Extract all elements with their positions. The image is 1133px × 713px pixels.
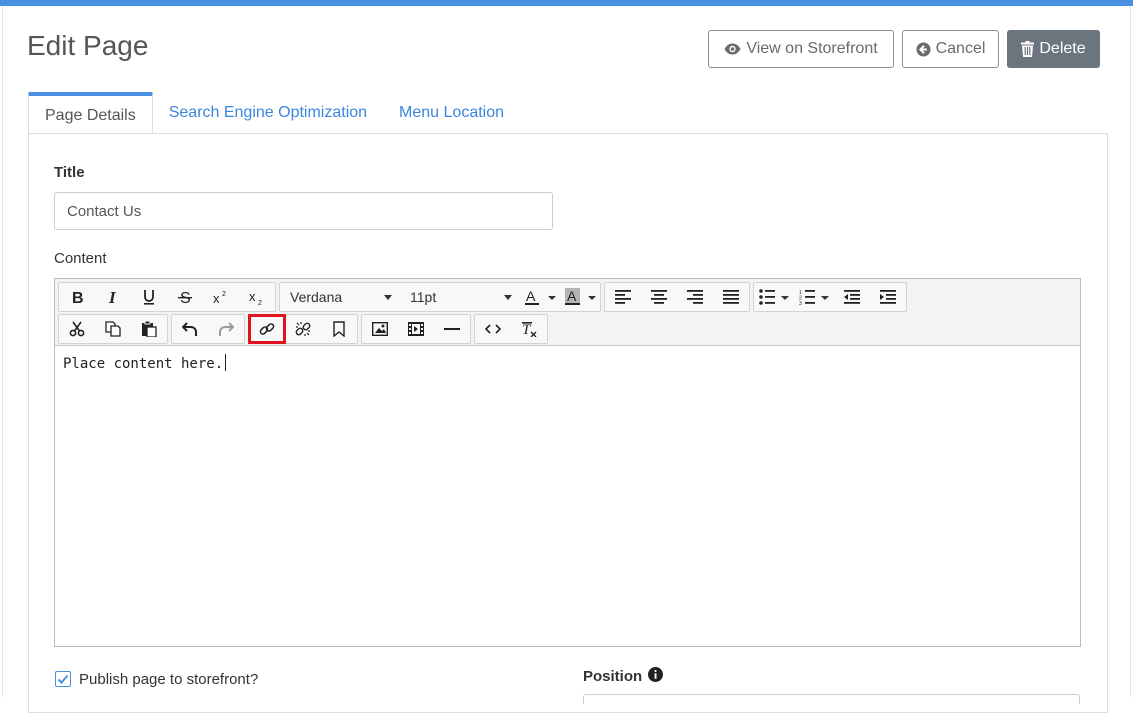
align-right-button[interactable] [677, 283, 713, 311]
undo-button[interactable] [172, 315, 208, 343]
redo-button[interactable] [208, 315, 244, 343]
list-group: 123 [753, 282, 907, 312]
cancel-button[interactable]: Cancel [902, 30, 999, 68]
view-on-storefront-label: View on Storefront [746, 40, 878, 57]
trash-icon [1021, 41, 1035, 57]
tab-page-details[interactable]: Page Details [28, 92, 153, 134]
delete-button[interactable]: Delete [1007, 30, 1100, 68]
svg-text:x: x [249, 289, 256, 304]
publish-checkbox[interactable] [55, 671, 71, 687]
bold-button[interactable]: B [59, 283, 95, 311]
tab-search-engine-optimization[interactable]: Search Engine Optimization [153, 92, 383, 134]
align-justify-button[interactable] [713, 283, 749, 311]
insert-media-button[interactable] [398, 315, 434, 343]
cut-button[interactable] [59, 315, 95, 343]
title-input[interactable] [54, 192, 553, 230]
bookmark-button[interactable] [321, 315, 357, 343]
left-border [2, 6, 3, 697]
eye-icon [724, 43, 741, 55]
svg-text:2: 2 [222, 291, 226, 298]
align-center-button[interactable] [641, 283, 677, 311]
svg-text:2: 2 [258, 300, 262, 305]
tab-menu-location[interactable]: Menu Location [383, 92, 520, 134]
checkmark-icon [57, 674, 69, 684]
clear-formatting-button[interactable]: T [511, 315, 547, 343]
text-color-button[interactable]: A [520, 283, 560, 311]
position-label: Position [583, 668, 643, 685]
indent-button[interactable] [870, 283, 906, 311]
alignment-group [604, 282, 750, 312]
top-accent-bar [0, 0, 1133, 6]
chevron-down-icon [504, 294, 512, 300]
insert-group [361, 314, 471, 344]
bullet-list-button[interactable] [754, 283, 794, 311]
svg-text:A: A [526, 288, 536, 304]
source-code-button[interactable] [475, 315, 511, 343]
clipboard-group [58, 314, 168, 344]
chevron-down-icon [384, 294, 392, 300]
code-group: T [474, 314, 548, 344]
remove-link-button[interactable] [285, 315, 321, 343]
background-color-button[interactable]: A [560, 283, 600, 311]
right-border [1130, 6, 1131, 697]
insert-image-button[interactable] [362, 315, 398, 343]
font-group: Verdana 11pt A A [279, 282, 601, 312]
paste-button[interactable] [131, 315, 167, 343]
subscript-button[interactable]: x2 [239, 283, 275, 311]
svg-text:I: I [108, 289, 117, 305]
superscript-button[interactable]: x2 [203, 283, 239, 311]
cancel-label: Cancel [935, 40, 986, 57]
position-select[interactable] [583, 694, 1080, 704]
font-family-select[interactable]: Verdana [280, 283, 400, 311]
editor-content-area[interactable]: Place content here. [55, 346, 1080, 646]
svg-text:A: A [567, 288, 577, 304]
content-label: Content [54, 250, 107, 267]
title-label: Title [54, 164, 85, 181]
view-on-storefront-button[interactable]: View on Storefront [708, 30, 894, 68]
italic-button[interactable]: I [95, 283, 131, 311]
svg-text:B: B [72, 290, 84, 305]
underline-button[interactable] [131, 283, 167, 311]
tab-bar: Page Details Search Engine Optimization … [28, 92, 520, 134]
strikethrough-button[interactable]: S [167, 283, 203, 311]
align-left-button[interactable] [605, 283, 641, 311]
font-size-value: 11pt [410, 289, 437, 305]
numbered-list-button[interactable]: 123 [794, 283, 834, 311]
editor-content-text: Place content here. [63, 356, 224, 372]
publish-checkbox-label: Publish page to storefront? [79, 671, 259, 688]
font-size-select[interactable]: 11pt [400, 283, 520, 311]
arrow-circle-left-icon [916, 42, 931, 57]
svg-text:T: T [522, 322, 532, 337]
history-group [171, 314, 245, 344]
page-title: Edit Page [27, 30, 149, 61]
format-group: B I S x2 x2 [58, 282, 276, 312]
horizontal-rule-button[interactable] [434, 315, 470, 343]
font-family-value: Verdana [290, 289, 343, 305]
outdent-button[interactable] [834, 283, 870, 311]
copy-button[interactable] [95, 315, 131, 343]
svg-text:x: x [213, 291, 220, 305]
text-cursor [225, 354, 227, 371]
link-group [248, 314, 358, 344]
position-label-wrap: Position [583, 667, 664, 686]
editor-toolbar: B I S x2 x2 Verdana 11pt A A 123 T [55, 279, 1080, 346]
info-icon[interactable] [648, 667, 664, 686]
delete-label: Delete [1039, 40, 1086, 57]
rich-text-editor: B I S x2 x2 Verdana 11pt A A 123 T Place… [54, 278, 1081, 647]
insert-link-button[interactable] [248, 314, 286, 344]
svg-text:3: 3 [799, 301, 802, 305]
